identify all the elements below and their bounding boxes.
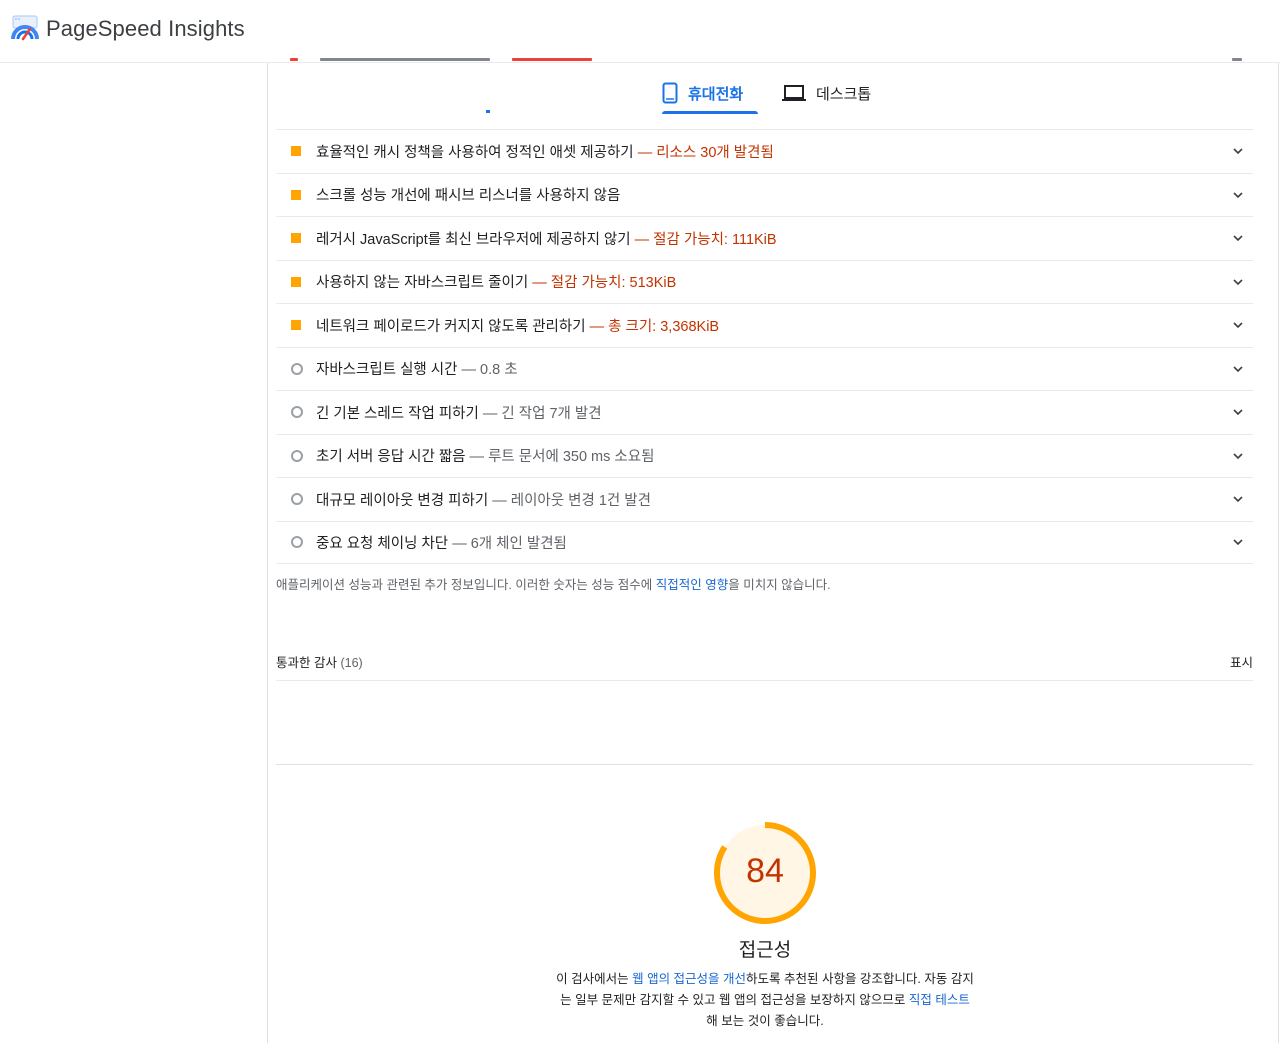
chevron-down-icon[interactable] — [1231, 231, 1245, 245]
info-circle-icon — [291, 362, 303, 375]
smartphone-icon — [662, 82, 678, 104]
chevron-down-icon[interactable] — [1231, 275, 1245, 289]
diagnostics-audit-list: 효율적인 캐시 정책을 사용하여 정적인 애셋 제공하기 — 리소스 30개 발… — [276, 129, 1253, 564]
pagespeed-logo-icon[interactable] — [10, 15, 40, 43]
chevron-down-icon[interactable] — [1231, 318, 1245, 332]
accessibility-score: 84 — [746, 852, 784, 890]
audit-row[interactable]: 레거시 JavaScript를 최신 브라우저에 제공하지 않기 — 절감 가능… — [276, 216, 1253, 260]
active-tab-indicator — [662, 111, 758, 114]
chevron-down-icon[interactable] — [1231, 535, 1245, 549]
info-circle-icon — [291, 536, 303, 549]
passed-audits-header[interactable]: 통과한 감사 (16) — [276, 652, 363, 671]
direct-impact-link[interactable]: 직접적인 영향 — [656, 578, 728, 592]
chevron-down-icon[interactable] — [1231, 492, 1245, 506]
audit-text: 효율적인 캐시 정책을 사용하여 정적인 애셋 제공하기 — 리소스 30개 발… — [316, 141, 774, 162]
tab-desktop[interactable]: 데스크톱 — [782, 72, 871, 114]
audit-row[interactable]: 사용하지 않는 자바스크립트 줄이기 — 절감 가능치: 513KiB — [276, 259, 1253, 304]
note-text-end: 을 미치지 않습니다. — [728, 578, 831, 592]
audit-detail: — 절감 가능치: 111KiB — [634, 231, 777, 248]
audit-detail: — 긴 작업 7개 발견 — [482, 405, 602, 422]
warning-square-icon — [291, 189, 301, 200]
audit-title: 자바스크립트 실행 시간 — [316, 362, 458, 379]
audit-row[interactable]: 대규모 레이아웃 변경 피하기 — 레이아웃 변경 1건 발견 — [276, 477, 1253, 521]
audit-detail: — 0.8 초 — [461, 362, 518, 379]
audit-detail: — 6개 체인 발견됨 — [452, 535, 567, 552]
manual-test-link[interactable]: 직접 테스트 — [909, 993, 970, 1007]
info-circle-icon — [291, 493, 303, 506]
audit-row[interactable]: 초기 서버 응답 시간 짧음 — 루트 문서에 350 ms 소요됨 — [276, 433, 1253, 478]
content-frame-left-border — [267, 63, 268, 1043]
audit-row[interactable]: 중요 요청 체이닝 차단 — 6개 체인 발견됨 — [276, 520, 1253, 564]
info-circle-icon — [291, 406, 303, 419]
audit-detail: — 절감 가능치: 513KiB — [532, 275, 677, 292]
audit-row[interactable]: 스크롤 성능 개선에 패시브 리스너를 사용하지 않음 — [276, 172, 1253, 217]
improve-accessibility-link[interactable]: 웹 앱의 접근성을 개선 — [632, 972, 746, 986]
chevron-down-icon[interactable] — [1231, 188, 1245, 202]
audit-title: 사용하지 않는 자바스크립트 줄이기 — [316, 275, 529, 292]
warning-square-icon — [291, 146, 301, 157]
audit-row[interactable]: 네트워크 페이로드가 커지지 않도록 관리하기 — 총 크기: 3,368KiB — [276, 303, 1253, 347]
audit-text: 초기 서버 응답 시간 짧음 — 루트 문서에 350 ms 소요됨 — [316, 445, 654, 466]
audit-title: 효율적인 캐시 정책을 사용하여 정적인 애셋 제공하기 — [316, 144, 634, 161]
audit-title: 레거시 JavaScript를 최신 브라우저에 제공하지 않기 — [316, 231, 631, 248]
audit-text: 긴 기본 스레드 작업 피하기 — 긴 작업 7개 발견 — [316, 402, 602, 423]
audit-row[interactable]: 긴 기본 스레드 작업 피하기 — 긴 작업 7개 발견 — [276, 390, 1253, 434]
audit-detail: — 레이아웃 변경 1건 발견 — [492, 492, 651, 509]
chevron-down-icon[interactable] — [1231, 449, 1245, 463]
section-divider — [276, 764, 1253, 765]
tab-mobile-label: 휴대전화 — [688, 85, 744, 103]
tab-desktop-label: 데스크톱 — [816, 85, 872, 103]
warning-square-icon — [291, 233, 301, 244]
clipped-row-artifact — [290, 58, 1250, 64]
warning-square-icon — [291, 276, 301, 287]
audit-title: 대규모 레이아웃 변경 피하기 — [316, 492, 489, 509]
audit-row[interactable]: 자바스크립트 실행 시간 — 0.8 초 — [276, 346, 1253, 391]
audit-text: 네트워크 페이로드가 커지지 않도록 관리하기 — 총 크기: 3,368KiB — [316, 315, 719, 336]
audit-title: 네트워크 페이로드가 커지지 않도록 관리하기 — [316, 318, 586, 335]
audit-title: 중요 요청 체이닝 차단 — [316, 535, 449, 552]
app-header: PageSpeed Insights — [0, 0, 1280, 63]
desc-text-end: 해 보는 것이 좋습니다. — [706, 1014, 824, 1028]
chevron-down-icon[interactable] — [1231, 144, 1245, 158]
show-passed-button[interactable]: 표시 — [1230, 652, 1253, 671]
audit-text: 자바스크립트 실행 시간 — 0.8 초 — [316, 358, 518, 379]
audit-title: 스크롤 성능 개선에 패시브 리스너를 사용하지 않음 — [316, 188, 621, 205]
chevron-down-icon[interactable] — [1231, 405, 1245, 419]
content-frame-right-border — [1278, 63, 1279, 1043]
audit-text: 대규모 레이아웃 변경 피하기 — 레이아웃 변경 1건 발견 — [316, 489, 651, 510]
accessibility-title: 접근성 — [738, 940, 792, 961]
audit-text: 레거시 JavaScript를 최신 브라우저에 제공하지 않기 — 절감 가능… — [316, 228, 777, 249]
warning-square-icon — [291, 320, 301, 331]
divider — [276, 680, 1253, 681]
brand-title[interactable]: PageSpeed Insights — [46, 16, 245, 42]
info-circle-icon — [291, 449, 303, 462]
laptop-icon — [782, 85, 806, 101]
audit-detail: — 루트 문서에 350 ms 소요됨 — [469, 449, 655, 466]
audit-row[interactable]: 효율적인 캐시 정책을 사용하여 정적인 애셋 제공하기 — 리소스 30개 발… — [276, 129, 1253, 173]
audit-detail: — 총 크기: 3,368KiB — [589, 318, 720, 335]
tab-mobile[interactable]: 휴대전화 — [662, 72, 758, 114]
desc-text: 이 검사에서는 — [556, 972, 633, 986]
audit-text: 스크롤 성능 개선에 패시브 리스너를 사용하지 않음 — [316, 184, 620, 205]
audit-text: 중요 요청 체이닝 차단 — 6개 체인 발견됨 — [316, 532, 567, 553]
passed-audits-count: (16) — [340, 656, 363, 670]
audit-detail: — 리소스 30개 발견됨 — [637, 144, 774, 161]
diagnostics-note: 애플리케이션 성능과 관련된 추가 정보입니다. 이러한 숫자는 성능 점수에 … — [276, 574, 831, 593]
accessibility-description: 이 검사에서는 웹 앱의 접근성을 개선하도록 추천된 사항을 강조합니다. 자… — [556, 969, 974, 1032]
chevron-down-icon[interactable] — [1231, 362, 1245, 376]
note-text: 애플리케이션 성능과 관련된 추가 정보입니다. 이러한 숫자는 성능 점수에 — [276, 578, 656, 592]
clipped-link-artifact — [486, 110, 490, 113]
device-tabs: 휴대전화 데스크톱 — [650, 72, 890, 114]
passed-audits-label: 통과한 감사 — [276, 656, 337, 670]
audit-text: 사용하지 않는 자바스크립트 줄이기 — 절감 가능치: 513KiB — [316, 271, 676, 292]
audit-title: 초기 서버 응답 시간 짧음 — [316, 449, 466, 466]
audit-title: 긴 기본 스레드 작업 피하기 — [316, 405, 479, 422]
